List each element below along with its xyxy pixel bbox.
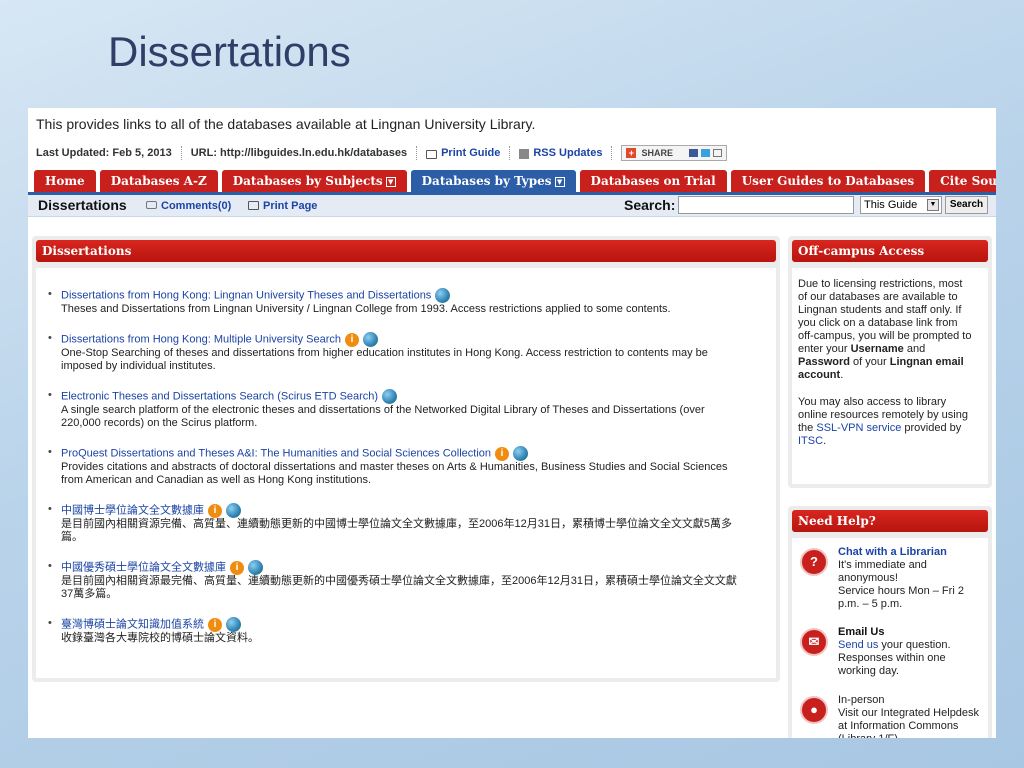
rss-updates-link[interactable]: RSS Updates xyxy=(533,147,602,159)
twitter-icon xyxy=(700,149,710,157)
chat-link[interactable]: Chat with a Librarian xyxy=(838,546,980,559)
database-description: 是目前國內相關資源最完備、高質量、連續動態更新的中國優秀碩士學位論文全文數據庫，… xyxy=(61,575,737,600)
printer-icon xyxy=(426,149,438,159)
share-label: SHARE xyxy=(641,148,673,158)
database-description: 是目前國內相關資源完備、高質量、連續動態更新的中國博士學位論文全文數據庫，至20… xyxy=(61,518,733,543)
database-description: One-Stop Searching of theses and dissert… xyxy=(61,347,708,372)
info-icon[interactable]: i xyxy=(208,617,222,632)
chevron-down-icon[interactable]: ▼ xyxy=(554,176,565,187)
globe-icon xyxy=(226,617,241,632)
search-input[interactable] xyxy=(678,196,854,214)
tab-cite-sources[interactable]: Cite Sources xyxy=(929,170,996,192)
info-icon[interactable]: i xyxy=(208,503,222,518)
share-button[interactable]: + SHARE xyxy=(621,145,727,161)
box-body: Due to licensing restrictions, most of o… xyxy=(792,268,988,484)
database-link[interactable]: ProQuest Dissertations and Theses A&I: T… xyxy=(61,447,491,459)
comment-icon xyxy=(146,201,157,209)
page-title: Dissertations xyxy=(38,197,127,213)
globe-icon xyxy=(382,389,398,404)
list-item: Dissertations from Hong Kong: Multiple U… xyxy=(46,332,746,373)
database-link[interactable]: 中國博士學位論文全文數據庫 xyxy=(61,504,204,516)
list-item: ProQuest Dissertations and Theses A&I: T… xyxy=(46,446,746,487)
list-item: 臺灣博碩士論文知識加值系統 i 收錄臺灣各大專院校的博碩士論文資料。 xyxy=(46,617,746,645)
box-body: Dissertations from Hong Kong: Lingnan Un… xyxy=(36,268,776,678)
list-item: 中國優秀碩士學位論文全文數據庫 i 是目前國內相關資源最完備、高質量、連續動態更新… xyxy=(46,560,746,601)
libguide-page: This provides links to all of the databa… xyxy=(28,108,996,738)
off-campus-access-box: Off-campus Access Due to licensing restr… xyxy=(788,236,992,488)
tab-home[interactable]: Home xyxy=(34,170,96,192)
divider xyxy=(509,146,511,160)
intro-text: This provides links to all of the databa… xyxy=(36,116,536,132)
info-icon[interactable]: i xyxy=(495,446,510,461)
database-list: Dissertations from Hong Kong: Lingnan Un… xyxy=(46,288,746,645)
last-updated: Last Updated: Feb 5, 2013 xyxy=(36,147,172,159)
print-guide-link[interactable]: Print Guide xyxy=(441,147,500,159)
divider xyxy=(180,146,182,160)
globe-icon xyxy=(513,446,529,461)
rss-icon xyxy=(519,149,530,159)
comments-link[interactable]: Comments(0) xyxy=(146,200,231,212)
database-link[interactable]: Dissertations from Hong Kong: Lingnan Un… xyxy=(61,289,431,301)
divider xyxy=(611,146,613,160)
off-campus-text: Due to licensing restrictions, most of o… xyxy=(798,278,972,447)
list-item: Electronic Theses and Dissertations Sear… xyxy=(46,389,746,430)
email-icon[interactable]: ✉ xyxy=(800,628,828,656)
box-body: ? Chat with a Librarian It's immediate a… xyxy=(792,538,988,738)
globe-icon xyxy=(248,560,263,575)
tab-databases-by-subjects[interactable]: Databases by Subjects ▼ xyxy=(221,170,407,192)
box-title: Need Help? xyxy=(792,510,988,532)
globe-icon xyxy=(363,332,379,347)
search-scope-select[interactable]: This Guide ▼ xyxy=(860,196,942,214)
chevron-down-icon[interactable]: ▼ xyxy=(927,199,939,211)
itsc-link[interactable]: ITSC xyxy=(798,435,823,447)
printer-icon xyxy=(248,201,259,210)
share-plus-icon: + xyxy=(626,148,637,158)
search-label: Search: xyxy=(624,197,676,213)
info-icon[interactable]: i xyxy=(230,560,244,575)
tab-databases-on-trial[interactable]: Databases on Trial xyxy=(579,170,727,192)
email-share-icon xyxy=(712,149,722,157)
facebook-icon xyxy=(688,149,698,157)
guide-tabs: Home Databases A-Z Databases by Subjects… xyxy=(34,170,996,192)
database-description: Provides citations and abstracts of doct… xyxy=(61,461,728,486)
database-link[interactable]: Electronic Theses and Dissertations Sear… xyxy=(61,390,378,402)
list-item: Dissertations from Hong Kong: Lingnan Un… xyxy=(46,288,746,316)
database-description: A single search platform of the electron… xyxy=(61,404,705,429)
dissertations-box: Dissertations Dissertations from Hong Ko… xyxy=(32,236,780,682)
in-person-title: In-person xyxy=(838,694,885,706)
email-title: Email Us xyxy=(838,626,885,638)
database-link[interactable]: 中國優秀碩士學位論文全文數據庫 xyxy=(61,561,226,573)
person-icon: ● xyxy=(800,696,828,724)
tab-databases-by-types[interactable]: Databases by Types ▼ xyxy=(410,170,576,192)
chat-icon[interactable]: ? xyxy=(800,548,828,576)
tab-user-guides[interactable]: User Guides to Databases xyxy=(730,170,926,192)
list-item: 中國博士學位論文全文數據庫 i 是目前國內相關資源完備、高質量、連續動態更新的中國… xyxy=(46,503,746,544)
guide-url[interactable]: URL: http://libguides.ln.edu.hk/database… xyxy=(191,147,407,159)
need-help-box: Need Help? ? Chat with a Librarian It's … xyxy=(788,506,992,738)
send-us-link[interactable]: Send us xyxy=(838,639,878,651)
print-page-link[interactable]: Print Page xyxy=(248,200,317,212)
box-title: Dissertations xyxy=(36,240,776,262)
globe-icon xyxy=(435,288,451,303)
search-button[interactable]: Search xyxy=(945,196,988,214)
slide-title: Dissertations xyxy=(108,28,351,75)
database-link[interactable]: Dissertations from Hong Kong: Multiple U… xyxy=(61,333,341,345)
page-toolbar: Dissertations Comments(0) Print Page Sea… xyxy=(28,195,996,217)
tab-databases-a-z[interactable]: Databases A-Z xyxy=(99,170,218,192)
chevron-down-icon[interactable]: ▼ xyxy=(385,176,396,187)
globe-icon xyxy=(226,503,241,518)
ssl-vpn-link[interactable]: SSL-VPN service xyxy=(816,422,901,434)
database-description: Theses and Dissertations from Lingnan Un… xyxy=(61,303,671,315)
divider xyxy=(416,146,418,160)
guide-info-bar: Last Updated: Feb 5, 2013 URL: http://li… xyxy=(36,144,727,162)
box-title: Off-campus Access xyxy=(792,240,988,262)
database-link[interactable]: 臺灣博碩士論文知識加值系統 xyxy=(61,618,204,630)
database-description: 收錄臺灣各大專院校的博碩士論文資料。 xyxy=(61,632,259,644)
info-icon[interactable]: i xyxy=(345,332,360,347)
